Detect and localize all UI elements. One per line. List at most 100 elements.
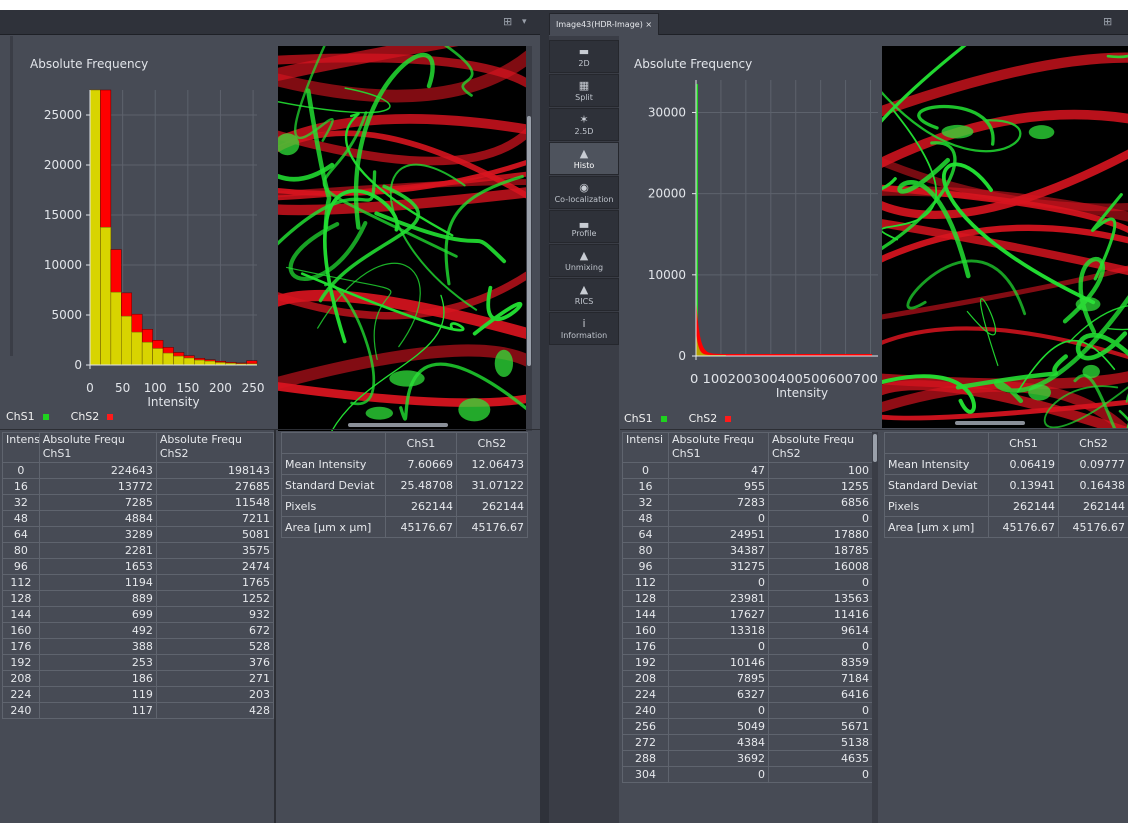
table-row[interactable]: Mean Intensity 7.60669 12.06473 <box>281 453 528 475</box>
toolbar-button-2d[interactable]: ▬ 2D <box>549 40 619 73</box>
cell-frequency: 203 <box>155 686 275 703</box>
panel-splitter[interactable] <box>540 10 549 823</box>
toolbar-button-co-localization[interactable]: ◉ Co-localization <box>549 176 619 209</box>
table-row[interactable]: 96 1653 2474 <box>2 558 275 575</box>
table-row[interactable]: 48 0 0 <box>622 510 873 527</box>
toolbar-icon: ▲ <box>579 249 589 262</box>
close-icon[interactable]: × <box>645 20 652 29</box>
stats-header[interactable] <box>281 432 386 454</box>
cell-frequency: 7184 <box>768 670 873 687</box>
table-header-row: ChS1 ChS2 <box>884 432 1128 454</box>
scrollbar-vertical[interactable] <box>526 46 532 431</box>
cell-intensity: 112 <box>2 574 40 591</box>
table-row[interactable]: 80 34387 18785 <box>622 542 873 559</box>
table-row[interactable]: 64 3289 5081 <box>2 526 275 543</box>
stats-header[interactable]: ChS1 <box>385 432 457 454</box>
table-row[interactable]: 160 13318 9614 <box>622 622 873 639</box>
stats-header[interactable]: ChS2 <box>456 432 528 454</box>
cell-frequency: 3289 <box>38 526 157 543</box>
toolbar-button-profile[interactable]: ▃ Profile <box>549 210 619 243</box>
y-tick-label: 30000 <box>648 105 686 119</box>
table-row[interactable]: 0 224643 198143 <box>2 462 275 479</box>
cell-intensity: 192 <box>2 654 40 671</box>
table-row[interactable]: 80 2281 3575 <box>2 542 275 559</box>
table-header-chs2[interactable]: Absolute Frequ ChS2 <box>768 432 873 463</box>
table-row[interactable]: Pixels 262144 262144 <box>281 495 528 517</box>
table-row[interactable]: 128 23981 13563 <box>622 590 873 607</box>
table-row[interactable]: Standard Deviat 0.13941 0.16438 <box>884 474 1128 496</box>
table-row[interactable]: 256 5049 5671 <box>622 718 873 735</box>
stats-header[interactable]: ChS2 <box>1058 432 1128 454</box>
table-row[interactable]: 32 7285 11548 <box>2 494 275 511</box>
stat-value: 25.48708 <box>385 474 457 496</box>
table-row[interactable]: 128 889 1252 <box>2 590 275 607</box>
table-row[interactable]: 192 253 376 <box>2 654 275 671</box>
grid-icon[interactable]: ⊞ <box>503 16 515 28</box>
table-row[interactable]: 32 7283 6856 <box>622 494 873 511</box>
table-row[interactable]: 288 3692 4635 <box>622 750 873 767</box>
table-row[interactable]: 176 388 528 <box>2 638 275 655</box>
table-scrollbar[interactable] <box>872 432 878 823</box>
image-scrollbar[interactable] <box>955 421 1025 425</box>
table-header-chs1[interactable]: Absolute Frequ ChS1 <box>38 432 157 463</box>
toolbar-button-split[interactable]: ▦ Split <box>549 74 619 107</box>
table-row[interactable]: Area [µm x µm] 45176.67 45176.67 <box>884 516 1128 538</box>
table-row[interactable]: 96 31275 16008 <box>622 558 873 575</box>
table-row[interactable]: 224 119 203 <box>2 686 275 703</box>
scrollbar-thumb[interactable] <box>527 116 531 366</box>
table-row[interactable]: 176 0 0 <box>622 638 873 655</box>
toolbar-button-unmixing[interactable]: ▲ Unmixing <box>549 244 619 277</box>
toolbar-button-histo[interactable]: ▲ Histo <box>549 142 619 175</box>
cell-frequency: 6416 <box>768 686 873 703</box>
toolbar-button-2-5d[interactable]: ✶ 2.5D <box>549 108 619 141</box>
table-row[interactable]: 240 0 0 <box>622 702 873 719</box>
table-row[interactable]: Standard Deviat 25.48708 31.07122 <box>281 474 528 496</box>
table-row[interactable]: 144 17627 11416 <box>622 606 873 623</box>
table-row[interactable]: 16 955 1255 <box>622 478 873 495</box>
stats-header[interactable]: ChS1 <box>988 432 1059 454</box>
table-row[interactable]: Pixels 262144 262144 <box>884 495 1128 517</box>
table-row[interactable]: 272 4384 5138 <box>622 734 873 751</box>
y-tick-label: 0 <box>74 358 82 372</box>
header-line: ChS1 <box>672 447 701 460</box>
table-header-chs2[interactable]: Absolute Frequ ChS2 <box>155 432 275 463</box>
table-header-intensity[interactable]: Intensi <box>622 432 669 463</box>
table-header-intensity[interactable]: Intensi <box>2 432 40 463</box>
right-tab-bar: Image43(HDR-Image) × ⊞ <box>549 10 1128 35</box>
table-row[interactable]: 304 0 0 <box>622 766 873 783</box>
cell-frequency: 47 <box>668 462 769 479</box>
histogram-plot-left: Absolute Frequency 0 5000 10000 15000 20000 2… <box>14 40 276 420</box>
table-row[interactable]: 64 24951 17880 <box>622 526 873 543</box>
table-row[interactable]: 112 1194 1765 <box>2 574 275 591</box>
toolbar-button-rics[interactable]: ▲ RICS <box>549 278 619 311</box>
chevron-down-icon[interactable]: ▾ <box>522 16 534 28</box>
scrollbar-thumb[interactable] <box>873 434 877 462</box>
table-row[interactable]: 192 10146 8359 <box>622 654 873 671</box>
grid-icon[interactable]: ⊞ <box>1103 16 1115 28</box>
image-scrollbar[interactable] <box>348 423 448 427</box>
table-row[interactable]: 48 4884 7211 <box>2 510 275 527</box>
stat-value: 262144 <box>988 495 1059 517</box>
cell-frequency: 11416 <box>768 606 873 623</box>
table-row[interactable]: 208 7895 7184 <box>622 670 873 687</box>
tab-image43[interactable]: Image43(HDR-Image) × <box>549 13 660 35</box>
cell-frequency: 271 <box>155 670 275 687</box>
table-header-chs1[interactable]: Absolute Frequ ChS1 <box>668 432 769 463</box>
stat-value: 262144 <box>385 495 457 517</box>
table-row[interactable]: Area [µm x µm] 45176.67 45176.67 <box>281 516 528 538</box>
table-row[interactable]: 160 492 672 <box>2 622 275 639</box>
histogram-bar-chs1 <box>162 352 174 366</box>
table-row[interactable]: 112 0 0 <box>622 574 873 591</box>
stat-value: 45176.67 <box>1058 516 1128 538</box>
table-row[interactable]: 208 186 271 <box>2 670 275 687</box>
stats-header[interactable] <box>884 432 989 454</box>
table-row[interactable]: 224 6327 6416 <box>622 686 873 703</box>
table-row[interactable]: Mean Intensity 0.06419 0.09777 <box>884 453 1128 475</box>
table-row[interactable]: 16 13772 27685 <box>2 478 275 495</box>
toolbar-button-information[interactable]: i Information <box>549 312 619 345</box>
table-row[interactable]: 240 117 428 <box>2 702 275 719</box>
cell-frequency: 0 <box>668 766 769 783</box>
table-row[interactable]: 0 47 100 <box>622 462 873 479</box>
cell-frequency: 117 <box>38 702 157 719</box>
table-row[interactable]: 144 699 932 <box>2 606 275 623</box>
